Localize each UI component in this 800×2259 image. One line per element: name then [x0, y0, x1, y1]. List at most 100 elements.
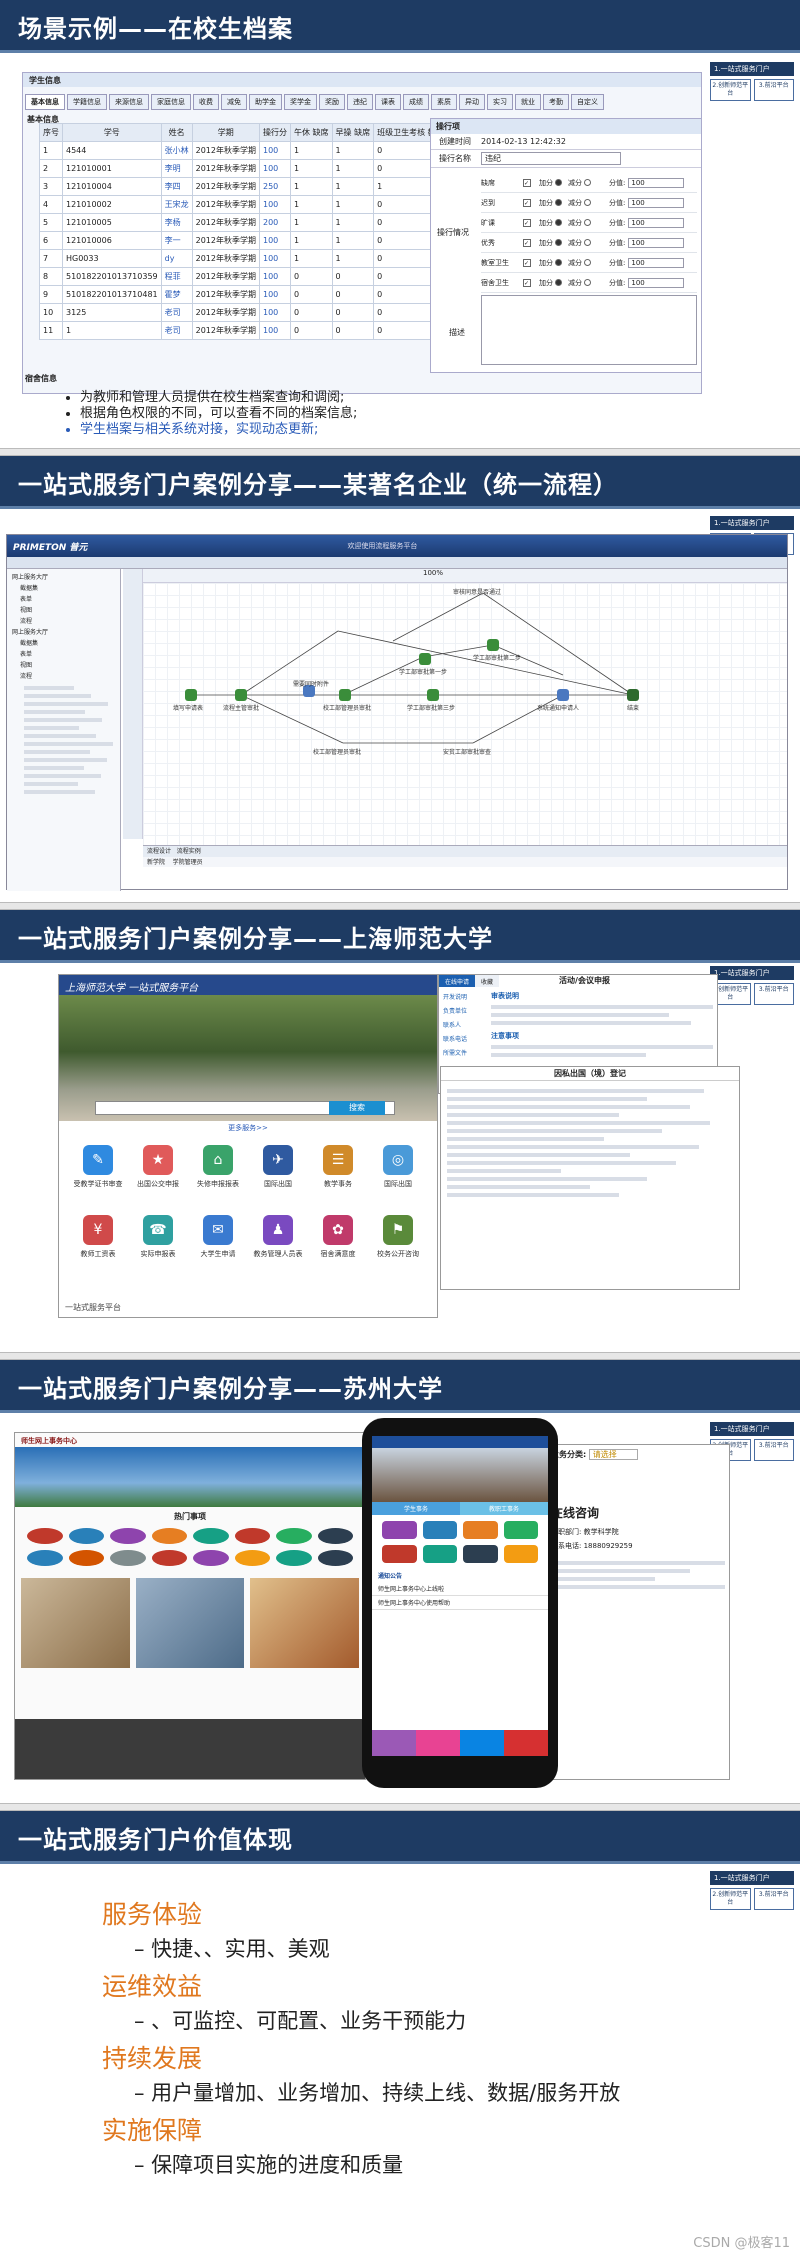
rule-checkbox[interactable]: ✓ — [523, 218, 531, 227]
table-header[interactable]: 学期 — [191, 123, 260, 142]
phone-tab-student[interactable]: 学生事务 — [372, 1502, 460, 1515]
tab-flow-instance[interactable]: 流程实例 — [177, 848, 201, 855]
score-input[interactable]: 100 — [628, 217, 685, 228]
side-btn-frontier[interactable]: 3.前沿平台 — [753, 79, 794, 101]
service-icon[interactable]: ✉ — [203, 1215, 233, 1245]
plus-radio[interactable] — [555, 279, 562, 286]
plus-radio[interactable] — [555, 179, 562, 186]
minus-radio[interactable] — [584, 259, 591, 266]
tab-1[interactable]: 学籍信息 — [67, 94, 107, 110]
tab-flow-design[interactable]: 流程设计 — [147, 848, 171, 855]
panel-link[interactable]: 所需文件 — [443, 1047, 487, 1061]
flow-node-end[interactable] — [627, 689, 639, 701]
rule-checkbox[interactable]: ✓ — [523, 258, 531, 267]
tree-item[interactable]: 流程 — [10, 671, 117, 682]
side-btn-frontier[interactable]: 3.前沿平台 — [753, 1888, 794, 1910]
service-label[interactable]: 国际出国 — [253, 1179, 303, 1189]
side-btn-innovation[interactable]: 2.创新师范平台 — [710, 79, 751, 101]
plus-radio[interactable] — [555, 239, 562, 246]
tab-6[interactable]: 助学金 — [249, 94, 282, 110]
flow-node-start[interactable] — [185, 689, 197, 701]
tree-item[interactable]: 表单 — [10, 649, 117, 660]
plus-radio[interactable] — [555, 199, 562, 206]
service-label[interactable]: 教师工资表 — [73, 1249, 123, 1259]
service-icon[interactable]: ◎ — [383, 1145, 413, 1175]
tree-item[interactable]: 流程 — [10, 616, 117, 627]
minus-radio[interactable] — [584, 179, 591, 186]
service-label[interactable]: 实际申报表 — [133, 1249, 183, 1259]
tree-item[interactable]: 截据集 — [10, 638, 117, 649]
service-label[interactable]: 教学事务 — [313, 1179, 363, 1189]
service-label[interactable]: 教务管理人员表 — [253, 1249, 303, 1259]
service-icon[interactable]: ✈ — [263, 1145, 293, 1175]
tab-16[interactable]: 考勤 — [543, 94, 569, 110]
flow-node[interactable] — [427, 689, 439, 701]
service-label[interactable]: 宿舍满意度 — [313, 1249, 363, 1259]
flow-node[interactable] — [557, 689, 569, 701]
tab-13[interactable]: 异动 — [459, 94, 485, 110]
tree-item[interactable]: 视图 — [10, 660, 117, 671]
rule-checkbox[interactable]: ✓ — [523, 238, 531, 247]
tab-12[interactable]: 素质 — [431, 94, 457, 110]
service-icon[interactable]: ★ — [143, 1145, 173, 1175]
service-label[interactable]: 受教学证书审查 — [73, 1179, 123, 1189]
tab-favorite[interactable]: 收藏 — [475, 975, 500, 987]
panel-link[interactable]: 联系人 — [443, 1019, 487, 1033]
zoom-level[interactable]: 100% — [143, 569, 787, 583]
tab-4[interactable]: 收费 — [193, 94, 219, 110]
plus-radio[interactable] — [555, 259, 562, 266]
rule-checkbox[interactable]: ✓ — [523, 198, 531, 207]
side-btn-frontier[interactable]: 3.前沿平台 — [753, 983, 794, 1005]
flow-canvas[interactable]: 填写申请表 流程主管审批 需要同时附件 校工部管理员审批 学工部审批第一步 学工… — [143, 583, 787, 845]
tab-5[interactable]: 减免 — [221, 94, 247, 110]
table-header[interactable]: 姓名 — [160, 123, 193, 142]
tab-15[interactable]: 就业 — [515, 94, 541, 110]
service-icon[interactable]: ♟ — [263, 1215, 293, 1245]
more-services-link[interactable]: 更多服务>> — [59, 1123, 437, 1133]
tab-10[interactable]: 课表 — [375, 94, 401, 110]
table-header[interactable]: 学号 — [62, 123, 162, 142]
rule-checkbox[interactable]: ✓ — [523, 278, 531, 287]
table-header[interactable]: 早操 缺席 — [331, 123, 375, 142]
tree-item[interactable]: 截据集 — [10, 583, 117, 594]
service-label[interactable]: 出国公交申报 — [133, 1179, 183, 1189]
phone-tab-staff[interactable]: 教职工事务 — [460, 1502, 548, 1515]
service-icon[interactable]: ⚑ — [383, 1215, 413, 1245]
service-label[interactable]: 失修申报报表 — [193, 1179, 243, 1189]
score-input[interactable]: 100 — [628, 257, 685, 268]
table-header[interactable]: 操行分 — [258, 123, 291, 142]
tab-3[interactable]: 家庭信息 — [151, 94, 191, 110]
tab-2[interactable]: 来源信息 — [109, 94, 149, 110]
service-icon[interactable]: ✿ — [323, 1215, 353, 1245]
flow-node[interactable] — [419, 653, 431, 665]
service-icon[interactable]: ☎ — [143, 1215, 173, 1245]
flow-node[interactable] — [487, 639, 499, 651]
tab-11[interactable]: 成绩 — [403, 94, 429, 110]
phone-notice-item-1[interactable]: 师生网上事务中心上线啦 — [372, 1582, 548, 1596]
flow-node[interactable] — [339, 689, 351, 701]
score-input[interactable]: 100 — [628, 177, 685, 188]
service-icon[interactable]: ¥ — [83, 1215, 113, 1245]
minus-radio[interactable] — [584, 199, 591, 206]
plus-radio[interactable] — [555, 219, 562, 226]
service-label[interactable]: 国际出国 — [373, 1179, 423, 1189]
tab-17[interactable]: 自定义 — [571, 94, 604, 110]
tab-7[interactable]: 奖学金 — [284, 94, 317, 110]
service-label[interactable]: 校务公开咨询 — [373, 1249, 423, 1259]
tab-9[interactable]: 违纪 — [347, 94, 373, 110]
phone-notice-item-2[interactable]: 师生网上事务中心使用帮助 — [372, 1596, 548, 1610]
tree-item[interactable]: 网上服务大厅 — [10, 572, 117, 583]
service-icon[interactable]: ✎ — [83, 1145, 113, 1175]
panel-link[interactable]: 负责单位 — [443, 1005, 487, 1019]
flow-node[interactable] — [235, 689, 247, 701]
service-label[interactable]: 大学生申请 — [193, 1249, 243, 1259]
side-btn-frontier[interactable]: 3.前沿平台 — [753, 1439, 794, 1461]
side-btn-innovation[interactable]: 2.创新师范平台 — [710, 1888, 751, 1910]
search-button[interactable]: 搜索 — [329, 1101, 385, 1115]
score-input[interactable]: 100 — [628, 237, 685, 248]
minus-radio[interactable] — [584, 279, 591, 286]
tab-14[interactable]: 实习 — [487, 94, 513, 110]
table-header[interactable]: 序号 — [39, 123, 63, 142]
service-icon[interactable]: ⌂ — [203, 1145, 233, 1175]
rule-checkbox[interactable]: ✓ — [523, 178, 531, 187]
